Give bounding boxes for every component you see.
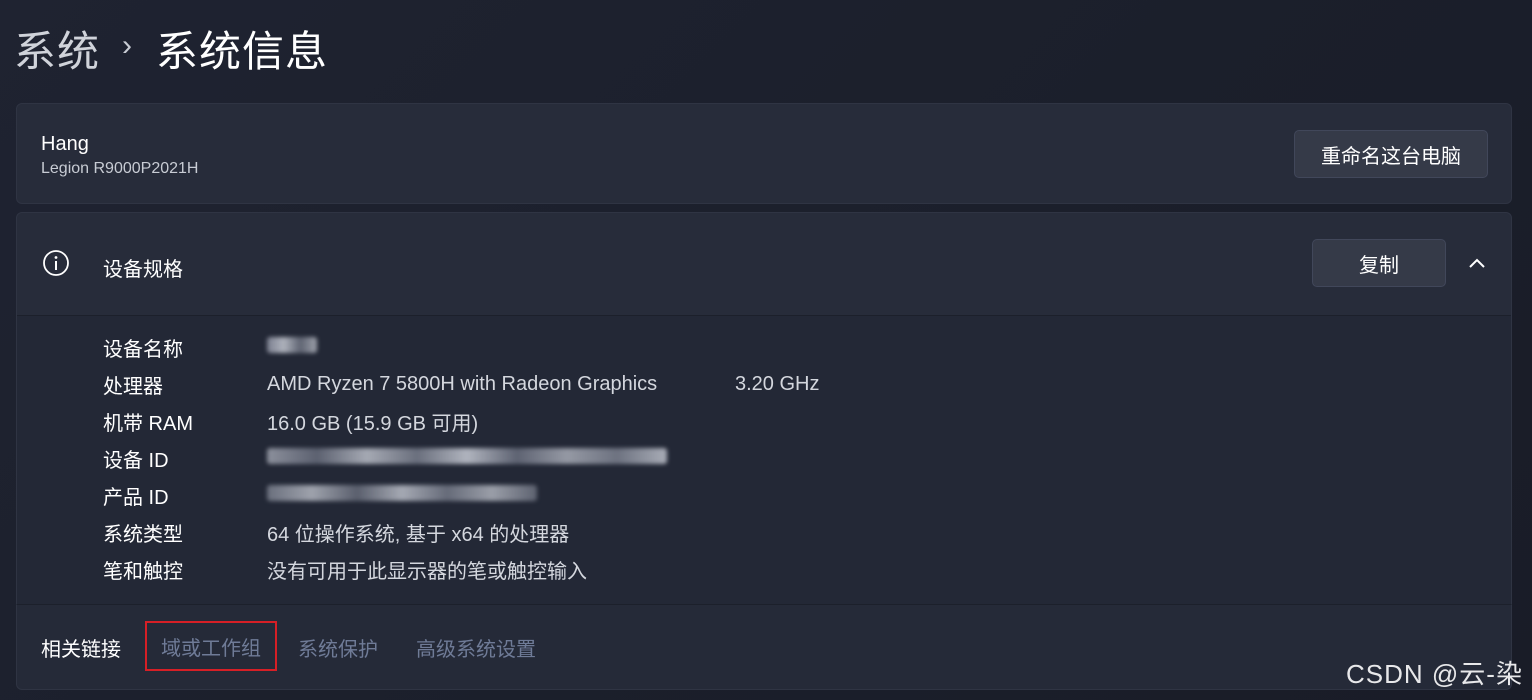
spec-row-device-name: 设备名称 bbox=[103, 332, 317, 362]
copy-button[interactable]: 复制 bbox=[1312, 239, 1446, 287]
page-title: 系统信息 bbox=[156, 27, 329, 75]
spec-label: 机带 RAM bbox=[103, 412, 193, 435]
spec-label: 设备 ID bbox=[103, 449, 169, 472]
spec-value: 没有可用于此显示器的笔或触控输入 bbox=[267, 560, 587, 583]
link-domain-workgroup[interactable]: 域或工作组 bbox=[145, 621, 277, 671]
spec-label: 笔和触控 bbox=[103, 560, 183, 583]
device-specs-header[interactable]: 设备规格 复制 bbox=[17, 213, 1511, 316]
breadcrumb-parent-system[interactable]: 系统 bbox=[14, 18, 100, 79]
chevron-up-icon[interactable] bbox=[1465, 251, 1489, 275]
breadcrumb-separator-icon: › bbox=[122, 29, 133, 62]
spec-value-redacted bbox=[267, 447, 667, 470]
device-specs-card: 设备规格 复制 设备名称 处理器 AMD Ryzen 7 5800H with … bbox=[16, 212, 1512, 605]
watermark: CSDN @云-染 bbox=[1346, 659, 1523, 689]
spec-value-redacted bbox=[267, 484, 537, 507]
device-specs-title: 设备规格 bbox=[103, 259, 183, 281]
spec-row-product-id: 产品 ID bbox=[103, 480, 537, 510]
device-specs-body: 设备名称 处理器 AMD Ryzen 7 5800H with Radeon G… bbox=[17, 316, 1511, 605]
spec-row-pen-touch: 笔和触控 没有可用于此显示器的笔或触控输入 bbox=[103, 554, 587, 584]
pc-model: Legion R9000P2021H bbox=[41, 160, 199, 177]
spec-label: 产品 ID bbox=[103, 486, 169, 509]
spec-value: AMD Ryzen 7 5800H with Radeon Graphics bbox=[267, 372, 658, 395]
rename-pc-button[interactable]: 重命名这台电脑 bbox=[1294, 130, 1488, 178]
spec-value-speed: 3.20 GHz bbox=[735, 372, 820, 395]
spec-row-device-id: 设备 ID bbox=[103, 443, 667, 473]
link-system-protection[interactable]: 系统保护 bbox=[298, 633, 378, 662]
spec-label: 处理器 bbox=[103, 375, 163, 398]
spec-label: 设备名称 bbox=[103, 338, 183, 361]
spec-row-system-type: 系统类型 64 位操作系统, 基于 x64 的处理器 bbox=[103, 517, 569, 547]
info-icon bbox=[43, 250, 69, 276]
related-links-label: 相关链接 bbox=[41, 639, 121, 661]
spec-row-processor: 处理器 AMD Ryzen 7 5800H with Radeon Graphi… bbox=[103, 369, 819, 399]
spec-value: 16.0 GB (15.9 GB 可用) bbox=[267, 412, 479, 435]
breadcrumb: 系统 › 系统信息 bbox=[14, 18, 328, 78]
spec-row-ram: 机带 RAM 16.0 GB (15.9 GB 可用) bbox=[103, 406, 478, 436]
pc-name-card: Hang Legion R9000P2021H 重命名这台电脑 bbox=[16, 103, 1512, 204]
pc-name: Hang bbox=[41, 133, 89, 155]
spec-label: 系统类型 bbox=[103, 523, 183, 546]
link-advanced-system-settings[interactable]: 高级系统设置 bbox=[416, 633, 536, 662]
related-links-card: 相关链接 域或工作组 系统保护 高级系统设置 bbox=[16, 604, 1512, 690]
spec-value: 64 位操作系统, 基于 x64 的处理器 bbox=[267, 523, 570, 546]
spec-value-redacted bbox=[267, 336, 317, 359]
